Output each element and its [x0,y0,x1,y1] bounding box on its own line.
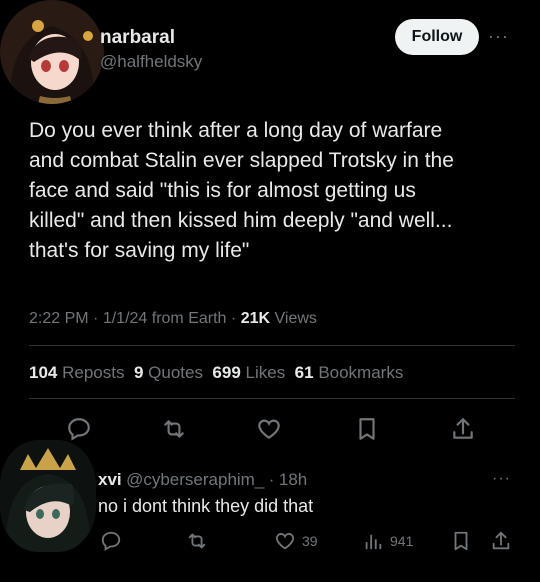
tweet-meta: 2:22 PM · 1/1/24 from Earth · 21K Views [29,310,317,328]
reply-icon[interactable] [66,416,92,442]
stats-row: 104 Reposts 9 Quotes 699 Likes 61 Bookma… [29,363,403,383]
more-options-icon[interactable]: ··· [488,26,509,47]
reply-time[interactable]: 18h [279,470,307,489]
reply-like-button[interactable]: 39 [274,530,318,552]
bookmarks-stat[interactable]: 61 Bookmarks [295,363,404,382]
reply-avatar[interactable] [0,440,96,552]
meta-separator: · [230,310,237,327]
reply-view-count: 941 [390,533,414,549]
divider [29,345,515,346]
reply-more-options-icon[interactable]: ··· [492,470,511,488]
divider [29,398,515,399]
reply-author-name[interactable]: xvi [98,470,122,489]
like-icon[interactable] [256,416,282,442]
tweet-time[interactable]: 2:22 PM [29,310,89,327]
author-handle[interactable]: @halfheldsky [100,52,202,72]
likes-stat[interactable]: 699 Likes [212,363,285,382]
meta-separator: · [93,310,99,327]
tweet-date[interactable]: 1/1/24 from Earth [103,310,227,327]
author-name[interactable]: narbaral [100,27,175,49]
reply-repost-icon[interactable] [186,530,208,552]
bookmark-icon[interactable] [354,416,380,442]
views-label: Views [274,310,317,327]
repost-icon[interactable] [160,416,188,442]
reply-separator: · [268,470,275,489]
reply-text: no i dont think they did that [98,496,314,516]
author-avatar[interactable] [0,0,104,104]
reply-reply-icon[interactable] [100,530,122,552]
views-icon [362,530,384,552]
reply-like-count: 39 [302,533,318,549]
reply-views-button[interactable]: 941 [362,530,413,552]
share-icon[interactable] [450,416,476,442]
views-count: 21K [240,310,271,327]
reposts-stat[interactable]: 104 Reposts [29,363,124,382]
reply-header: xvi @cyberseraphim_ · 18h [98,470,307,490]
reply-bookmark-icon[interactable] [450,530,472,552]
tweet-text: Do you ever think after a long day of wa… [29,119,454,262]
reply-author-handle[interactable]: @cyberseraphim_ [126,470,264,489]
reply-share-icon[interactable] [490,530,512,552]
quotes-stat[interactable]: 9 Quotes [134,363,203,382]
reply-like-icon [274,530,296,552]
follow-button[interactable]: Follow [395,19,479,55]
